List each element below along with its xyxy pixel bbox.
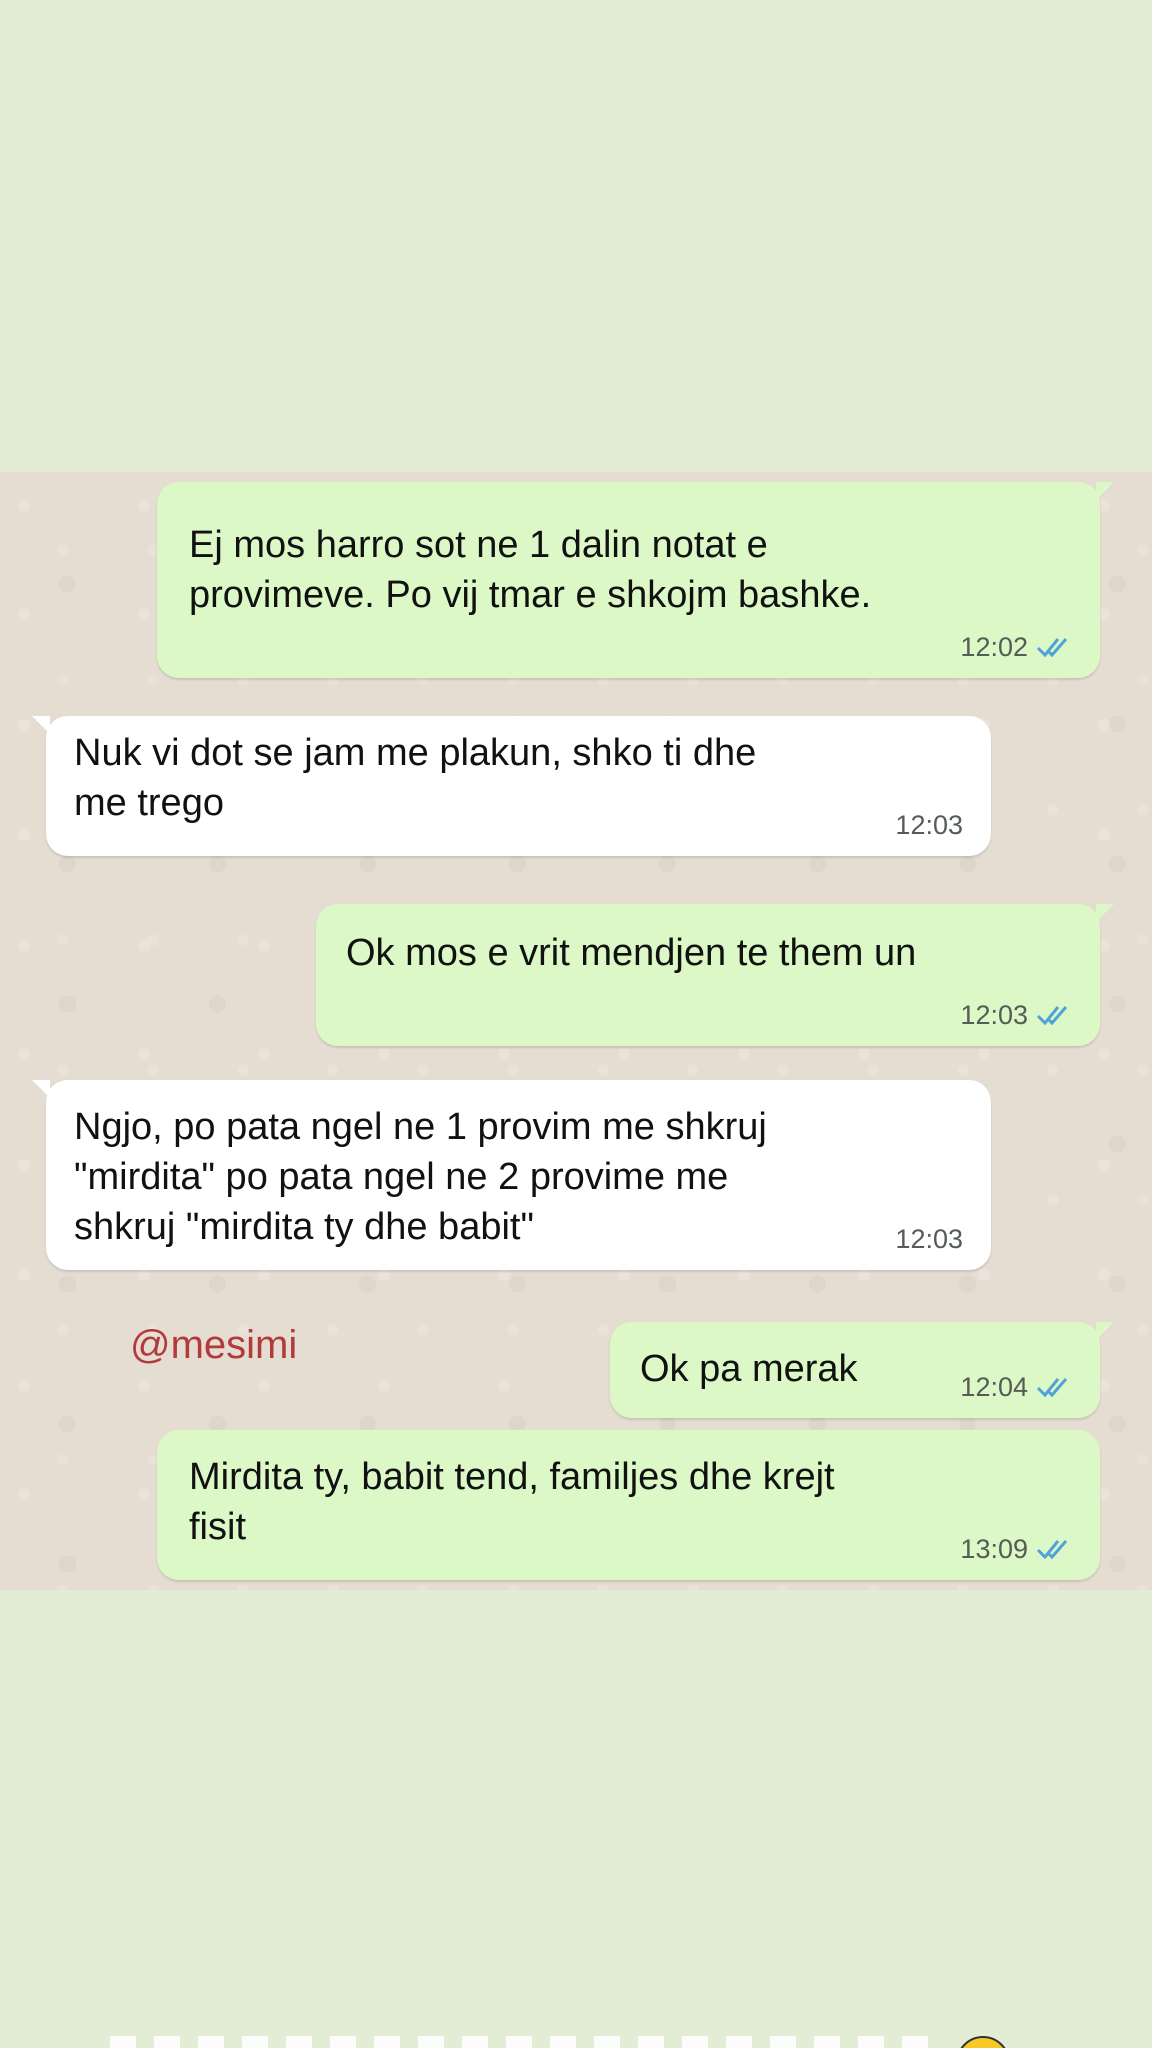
double-check-icon [1036,1540,1068,1560]
emoji-icon [956,2036,1010,2048]
message-bubble-incoming[interactable]: Ngjo, po pata ngel ne 1 provim me shkruj… [32,1080,991,1270]
message-meta: 12:03 [960,1000,1072,1030]
message-time: 12:03 [960,1000,1028,1030]
double-check-icon [1036,638,1068,658]
message-bubble-outgoing[interactable]: Ej mos harro sot ne 1 dalin notat e prov… [157,482,1114,678]
message-meta: 13:09 [960,1534,1072,1564]
message-meta: 12:03 [895,810,963,840]
message-time: 13:09 [960,1534,1028,1564]
message-meta: 12:02 [960,632,1072,662]
message-text: Ok mos e vrit mendjen te them un [346,932,917,974]
message-text: Ok pa merak [640,1348,858,1390]
message-text: Mirdita ty, babit tend, familjes dhe kre… [189,1456,835,1548]
double-check-icon [1036,1378,1068,1398]
message-meta: 12:03 [895,1224,963,1254]
message-text: Ngjo, po pata ngel ne 1 provim me shkruj… [74,1106,767,1248]
message-time: 12:02 [960,632,1028,662]
message-bubble-incoming[interactable]: Nuk vi dot se jam me plakun, shko ti dhe… [32,716,991,856]
message-time: 12:03 [895,1224,963,1254]
chat-area[interactable]: Ej mos harro sot ne 1 dalin notat e prov… [0,472,1152,1590]
bubble-tail [1096,904,1114,922]
message-text: Nuk vi dot se jam me plakun, shko ti dhe… [74,732,757,824]
watermark-handle: @mesimi [130,1323,298,1367]
message-time: 12:04 [960,1372,1028,1402]
bubble-tail [1096,482,1114,500]
message-bubble-outgoing[interactable]: Mirdita ty, babit tend, familjes dhe kre… [157,1430,1100,1580]
bubble-tail [32,1080,50,1098]
cropped-caption-edge [0,2034,1152,2048]
message-meta: 12:04 [960,1372,1072,1402]
cropped-caption-text [110,2036,930,2048]
message-bubble-outgoing[interactable]: Ok pa merak 12:04 [610,1322,1114,1418]
bubble-tail [32,716,50,734]
message-time: 12:03 [895,810,963,840]
double-check-icon [1036,1006,1068,1026]
bubble-tail [1096,1322,1114,1340]
message-text: Ej mos harro sot ne 1 dalin notat e prov… [189,524,872,616]
message-bubble-outgoing[interactable]: Ok mos e vrit mendjen te them un 12:03 [316,904,1114,1046]
